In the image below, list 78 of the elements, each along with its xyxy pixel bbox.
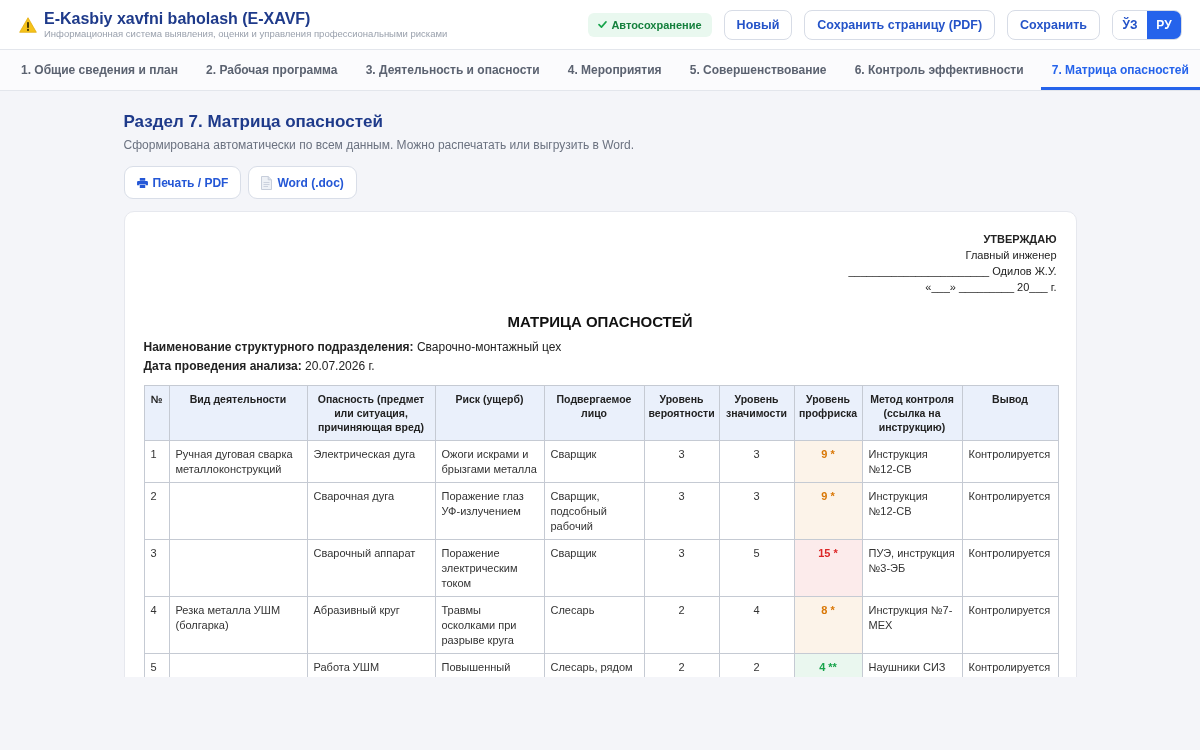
table-cell: Слесарь: [544, 596, 644, 654]
section-tab[interactable]: 1. Общие сведения и план: [10, 50, 189, 90]
table-cell: Сварочная дуга: [307, 482, 435, 540]
table-cell: Поражение электрическим током: [435, 539, 544, 597]
table-cell: 1: [144, 440, 169, 483]
table-cell: Ожоги искрами и брызгами металла: [435, 440, 544, 483]
document-title: МАТРИЦА ОПАСНОСТЕЙ: [506, 312, 694, 332]
table-cell: 5: [144, 653, 169, 677]
table-cell: 3: [719, 440, 794, 483]
table-cell: Инструкция №12-СВ: [862, 482, 962, 540]
table-cell: 4: [144, 596, 169, 654]
column-header: Метод контроля (ссылка на инструкцию): [862, 385, 962, 441]
column-header: Вывод: [962, 385, 1058, 441]
risk-level-cell: 15 *: [794, 539, 862, 597]
approval-line: Главный инженер: [964, 248, 1057, 263]
table-cell: 3: [719, 482, 794, 540]
check-icon: [598, 21, 608, 28]
table-cell: Сварщик: [544, 539, 644, 597]
section-tab[interactable]: 3. Деятельность и опасности: [354, 50, 551, 90]
document-field: Наименование структурного подразделения: Сварочно-монтажный цех: [143, 338, 1057, 357]
table-cell: Контролируется: [962, 482, 1058, 540]
approval-heading: УТВЕРЖДАЮ: [982, 232, 1057, 247]
table-cell: ПУЭ, инструкция №3-ЭБ: [862, 539, 962, 597]
section-tab[interactable]: 2. Рабочая программа: [195, 50, 349, 90]
printer-icon: [136, 177, 148, 188]
table-cell: 2: [644, 596, 719, 654]
print-button[interactable]: Печать / PDF: [123, 166, 242, 199]
table-cell: Контролируется: [962, 596, 1058, 654]
table-cell: Ручная дуговая сварка металлоконструкций: [169, 440, 307, 483]
table-cell: Абразивный круг: [307, 596, 435, 654]
section-title: Раздел 7. Матрица опасностей: [123, 111, 384, 133]
column-header: Уровень профриска: [794, 385, 862, 441]
column-header: Опасность (предмет или ситуация, причиняющая вред): [307, 385, 435, 441]
table-cell: Сварщик, подсобный рабочий: [544, 482, 644, 540]
table-cell: Резка металла УШМ (болгарка): [169, 596, 307, 654]
language-button[interactable]: РУ: [1147, 10, 1181, 39]
document-icon: [261, 175, 273, 190]
table-cell: Травмы осколками при разрыве круга: [435, 596, 544, 654]
section-tab[interactable]: 7. Матрица опасностей: [1040, 50, 1200, 90]
table-cell: Поражение глаз УФ-излучением: [435, 482, 544, 540]
warning-icon: [19, 16, 37, 33]
header-button[interactable]: Сохранить: [1007, 9, 1100, 40]
table-cell: 3: [144, 539, 169, 597]
column-header: Уровень вероятности: [644, 385, 719, 441]
export-button[interactable]: Word (.doc): [248, 166, 357, 199]
section-tab[interactable]: 5. Совершенствование: [678, 50, 838, 90]
risk-level-cell: 9 *: [794, 482, 862, 540]
section-description: Сформирована автоматически по всем данным. Можно распечатать или выгрузить в Word.: [123, 137, 635, 153]
table-cell: 3: [644, 539, 719, 597]
table-cell: Контролируется: [962, 539, 1058, 597]
column-header: Вид деятельности: [169, 385, 307, 441]
column-header: Уровень значимости: [719, 385, 794, 441]
table-cell: 3: [644, 440, 719, 483]
autosave-label: Автосохранение: [611, 18, 702, 31]
table-cell: 4: [719, 596, 794, 654]
app-title: E-Kasbiy xavfni baholash (E-XAVF): [44, 9, 312, 28]
approval-line: _______________________ Одилов Ж.У.: [847, 264, 1057, 279]
app-subtitle: Информационная система выявления, оценки и управления профессиональными рисками: [44, 28, 448, 40]
table-cell: 3: [644, 482, 719, 540]
column-header: Риск (ущерб): [435, 385, 544, 441]
risk-level-cell: 9 *: [794, 440, 862, 483]
table-cell: Электрическая дуга: [307, 440, 435, 483]
column-header: Подвергаемое лицо: [544, 385, 644, 441]
table-cell: Инструкция №12-СВ: [862, 440, 962, 483]
table-cell: 5: [719, 539, 794, 597]
table-cell: Инструкция №7-МЕХ: [862, 596, 962, 654]
header-button[interactable]: Сохранить страницу (PDF): [804, 9, 996, 40]
risk-level-cell: 8 *: [794, 596, 862, 654]
table-cell: Сварочный аппарат: [307, 539, 435, 597]
table-cell: Контролируется: [962, 440, 1058, 483]
approval-line: «___» _________ 20___ г.: [924, 280, 1057, 295]
document-field: Дата проведения анализа: 20.07.2026 г.: [143, 357, 1057, 376]
section-tab[interactable]: 4. Мероприятия: [556, 50, 673, 90]
section-tab[interactable]: 6. Контроль эффективности: [843, 50, 1035, 90]
table-cell: 2: [144, 482, 169, 540]
header-button[interactable]: Новый: [723, 9, 793, 40]
column-header: №: [144, 385, 169, 441]
table-cell: Сварщик: [544, 440, 644, 483]
